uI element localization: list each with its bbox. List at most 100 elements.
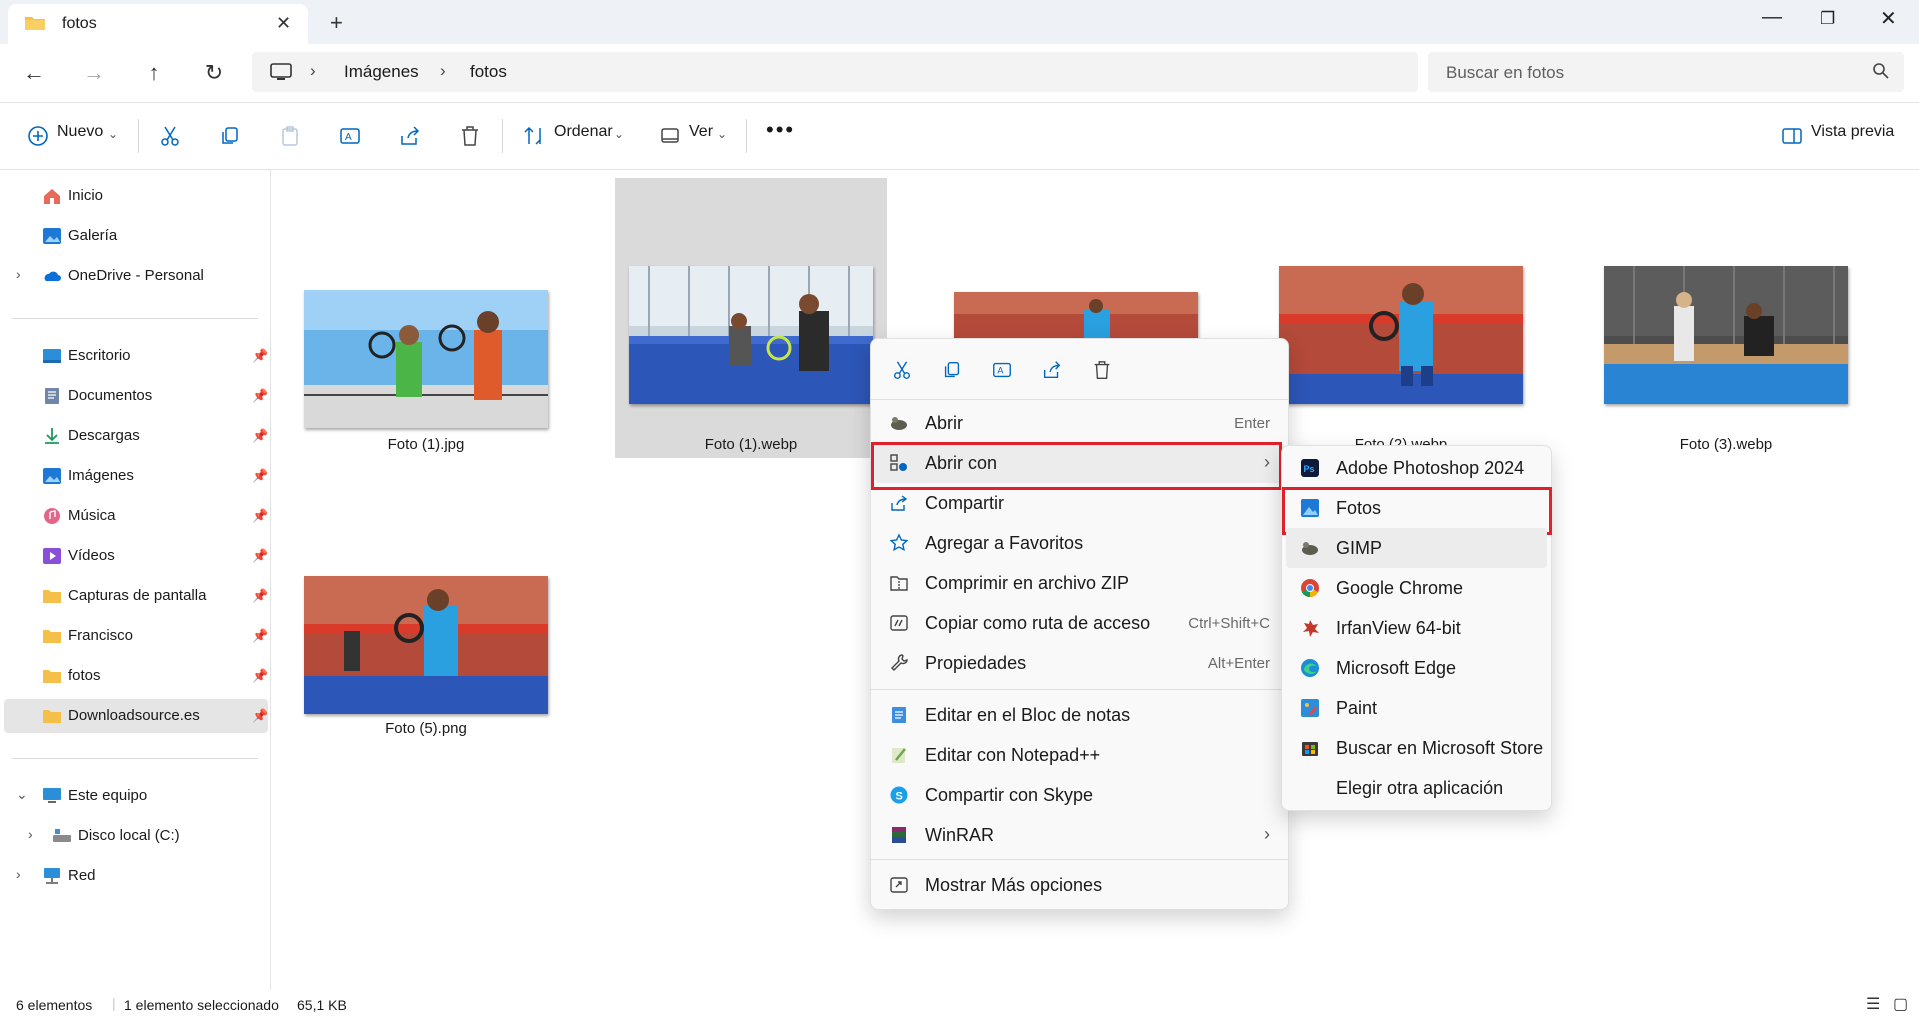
refresh-icon[interactable]: ↻: [199, 58, 229, 88]
pin-icon[interactable]: 📌: [252, 468, 268, 484]
preview-button[interactable]: Vista previa: [1811, 123, 1894, 141]
menu-item-skype[interactable]: S Compartir con Skype: [875, 775, 1284, 815]
menu-item-mas-opciones[interactable]: Mostrar Más opciones: [875, 865, 1284, 905]
share-icon[interactable]: [398, 124, 422, 148]
file-item-selected[interactable]: Foto (1).webp: [615, 178, 887, 458]
view-button[interactable]: Ver: [689, 123, 713, 141]
submenu-label: Google Chrome: [1336, 578, 1464, 598]
sidebar-item-musica[interactable]: Música 📌: [4, 499, 268, 533]
menu-item-compartir[interactable]: Compartir: [875, 483, 1284, 523]
rename-icon[interactable]: A: [338, 124, 362, 148]
sidebar-item-escritorio[interactable]: Escritorio 📌: [4, 339, 268, 373]
sidebar-item-imagenes[interactable]: Imágenes 📌: [4, 459, 268, 493]
menu-item-bloc-notas[interactable]: Editar en el Bloc de notas: [875, 695, 1284, 735]
address-bar[interactable]: › Imágenes › fotos: [252, 52, 1418, 92]
sidebar-item-este-equipo[interactable]: ⌄ Este equipo: [4, 779, 268, 813]
menu-item-favoritos[interactable]: Agregar a Favoritos: [875, 523, 1284, 563]
submenu-item-store[interactable]: Buscar en Microsoft Store: [1286, 728, 1547, 768]
back-icon[interactable]: ←: [19, 58, 49, 88]
submenu-item-chrome[interactable]: Google Chrome: [1286, 568, 1547, 608]
pin-icon[interactable]: 📌: [252, 508, 268, 524]
menu-item-propiedades[interactable]: Propiedades Alt+Enter: [875, 643, 1284, 683]
new-button[interactable]: Nuevo: [57, 123, 103, 141]
menu-item-copiar-ruta[interactable]: Copiar como ruta de acceso Ctrl+Shift+C: [875, 603, 1284, 643]
delete-icon[interactable]: [1091, 359, 1113, 381]
close-tab-icon[interactable]: ✕: [276, 13, 291, 34]
menu-label: Mostrar Más opciones: [925, 875, 1103, 895]
sidebar-item-francisco[interactable]: Francisco 📌: [4, 619, 268, 653]
chevron-right-icon[interactable]: ›: [16, 866, 21, 882]
pin-icon[interactable]: 📌: [252, 628, 268, 644]
submenu-item-edge[interactable]: Microsoft Edge: [1286, 648, 1547, 688]
status-bar: 6 elementos | 1 elemento seleccionado 65…: [0, 992, 1919, 1018]
sort-button[interactable]: Ordenar: [554, 123, 613, 141]
breadcrumb-fotos[interactable]: fotos: [470, 62, 507, 82]
search-box[interactable]: Buscar en fotos: [1428, 52, 1904, 92]
cut-icon[interactable]: [158, 124, 182, 148]
sidebar-item-descargas[interactable]: Descargas 📌: [4, 419, 268, 453]
pin-icon[interactable]: 📌: [252, 348, 268, 364]
submenu-item-photoshop[interactable]: Ps Adobe Photoshop 2024: [1286, 448, 1547, 488]
chevron-down-icon[interactable]: ⌄: [16, 786, 28, 803]
menu-item-winrar[interactable]: WinRAR ›: [875, 815, 1284, 855]
new-tab-icon[interactable]: +: [330, 10, 343, 36]
delete-icon[interactable]: [458, 124, 482, 148]
sidebar-item-documentos[interactable]: Documentos 📌: [4, 379, 268, 413]
paste-icon[interactable]: [278, 124, 302, 148]
menu-item-abrir[interactable]: Abrir Enter: [875, 403, 1284, 443]
copy-path-icon: [890, 615, 908, 631]
forward-icon[interactable]: →: [79, 58, 109, 88]
pin-icon[interactable]: 📌: [252, 428, 268, 444]
sidebar-item-videos[interactable]: Vídeos 📌: [4, 539, 268, 573]
copy-icon[interactable]: [941, 359, 963, 381]
pin-icon[interactable]: 📌: [252, 588, 268, 604]
sidebar-item-capturas[interactable]: Capturas de pantalla 📌: [4, 579, 268, 613]
menu-label: WinRAR: [925, 825, 995, 845]
submenu-item-gimp[interactable]: GIMP: [1286, 528, 1547, 568]
minimize-icon[interactable]: —: [1762, 6, 1782, 29]
file-item[interactable]: Foto (5).png: [290, 462, 562, 742]
chevron-right-icon[interactable]: ›: [28, 826, 33, 842]
submenu-item-otra[interactable]: Elegir otra aplicación: [1286, 768, 1547, 808]
svg-text:S: S: [896, 791, 903, 803]
image-thumbnail: [1604, 266, 1848, 404]
rename-icon[interactable]: A: [991, 359, 1013, 381]
pin-icon[interactable]: 📌: [252, 548, 268, 564]
breadcrumb-imagenes[interactable]: Imágenes: [344, 62, 419, 82]
status-separator: |: [112, 995, 116, 1011]
pin-icon[interactable]: 📌: [252, 708, 268, 724]
sidebar-item-downloadsource[interactable]: Downloadsource.es 📌: [4, 699, 268, 733]
more-options-icon[interactable]: •••: [766, 117, 795, 143]
up-icon[interactable]: ↑: [139, 58, 169, 88]
file-item[interactable]: Foto (1).jpg: [290, 178, 562, 458]
pin-icon[interactable]: 📌: [252, 668, 268, 684]
details-view-icon[interactable]: ☰: [1866, 994, 1880, 1014]
close-window-icon[interactable]: ✕: [1880, 6, 1897, 31]
submenu-item-paint[interactable]: Paint: [1286, 688, 1547, 728]
menu-item-notepadpp[interactable]: Editar con Notepad++: [875, 735, 1284, 775]
menu-separator: [871, 399, 1288, 400]
sidebar-item-red[interactable]: › Red: [4, 859, 268, 893]
cut-icon[interactable]: [891, 359, 913, 381]
tiles-view-icon[interactable]: ▢: [1893, 994, 1908, 1014]
sidebar-label: Downloadsource.es: [68, 707, 200, 724]
pin-icon[interactable]: 📌: [252, 388, 268, 404]
sidebar-item-disco-local[interactable]: › Disco local (C:): [4, 819, 268, 853]
file-item[interactable]: Foto (3).webp: [1590, 178, 1862, 458]
submenu-item-irfanview[interactable]: IrfanView 64-bit: [1286, 608, 1547, 648]
more-options-icon: [890, 877, 908, 893]
share-icon[interactable]: [1041, 359, 1063, 381]
file-item[interactable]: Foto (2).webp: [1265, 178, 1537, 458]
tab-fotos[interactable]: fotos ✕: [8, 4, 308, 44]
sidebar-item-inicio[interactable]: Inicio: [4, 179, 268, 213]
copy-icon[interactable]: [218, 124, 242, 148]
chevron-right-icon[interactable]: ›: [16, 266, 21, 282]
submenu-label: IrfanView 64-bit: [1336, 618, 1461, 638]
gimp-icon: [891, 417, 907, 430]
menu-item-zip[interactable]: Comprimir en archivo ZIP: [875, 563, 1284, 603]
sidebar-item-fotos[interactable]: fotos 📌: [4, 659, 268, 693]
sidebar-item-galeria[interactable]: Galería: [4, 219, 268, 253]
restore-icon[interactable]: ❐: [1820, 9, 1835, 29]
search-input[interactable]: Buscar en fotos: [1446, 63, 1564, 83]
sidebar-item-onedrive[interactable]: › OneDrive - Personal: [4, 259, 268, 293]
